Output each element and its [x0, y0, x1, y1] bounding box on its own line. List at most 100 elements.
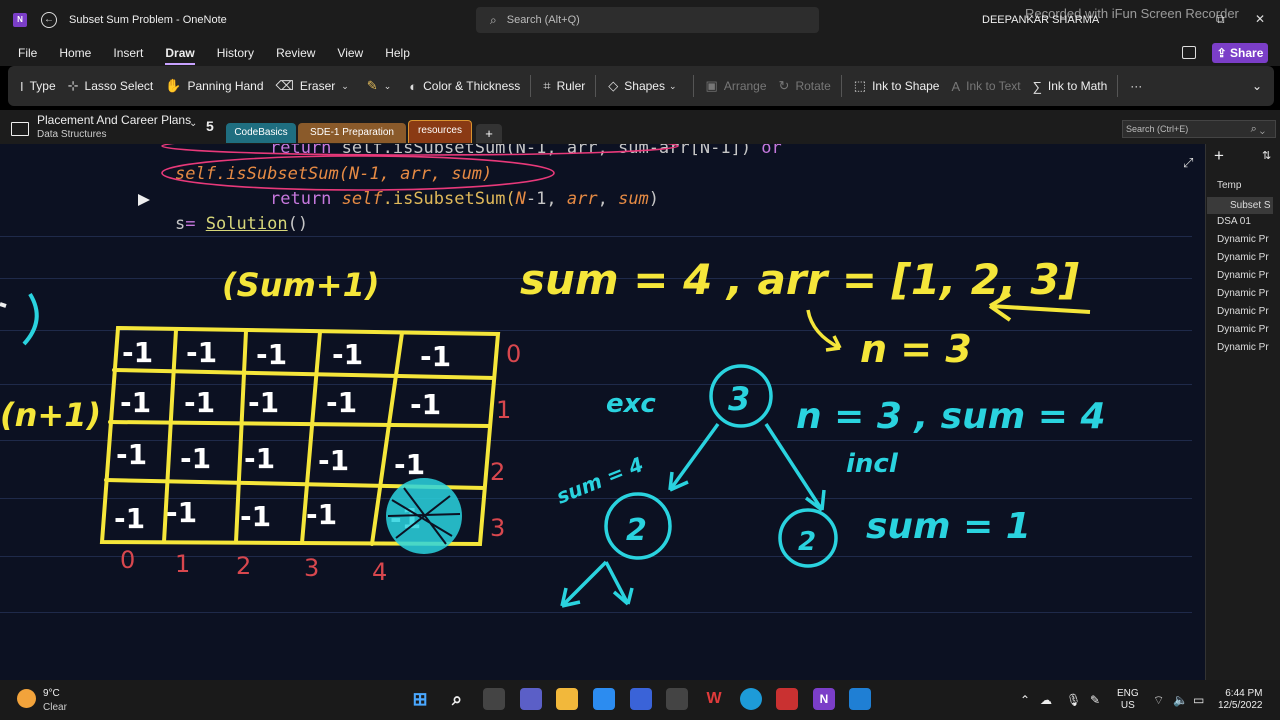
close-icon[interactable]: ✕ — [1255, 12, 1265, 26]
add-page-button[interactable]: + — [1214, 146, 1224, 166]
moon-weather-icon[interactable] — [17, 689, 36, 708]
page-item[interactable]: Dynamic Pr — [1217, 306, 1277, 317]
onedrive-icon[interactable]: ☁ — [1040, 693, 1052, 707]
weather-temperature[interactable]: 9°C — [43, 688, 60, 699]
dp-cell: -1 — [420, 340, 451, 373]
eraser-icon: ⌫ — [275, 78, 294, 93]
arrange-button[interactable]: ▣ Arrange — [706, 78, 767, 94]
color-thickness-button[interactable]: ◐ Color & Thickness — [409, 79, 520, 94]
clock[interactable]: 6:44 PM 12/5/2022 — [1218, 688, 1263, 712]
page-canvas[interactable]: return self.isSubsetSum(N-1, arr, sum-ar… — [0, 144, 1205, 680]
ink-to-math-button[interactable]: ∑ Ink to Math — [1033, 79, 1108, 94]
restore-icon[interactable]: ⧉ — [1216, 12, 1225, 27]
immersive-reader-icon[interactable] — [1182, 46, 1196, 59]
weather-description[interactable]: Clear — [43, 702, 67, 713]
ink-to-shape-button[interactable]: ⬚ Ink to Shape — [854, 78, 940, 94]
row-index: 0 — [506, 340, 521, 368]
menu-view[interactable]: View — [337, 46, 363, 60]
page-item[interactable]: DSA 01 — [1217, 216, 1277, 227]
eraser-button[interactable]: ⌫ Eraser ⌄ — [276, 78, 355, 94]
tree-left-edge-label: sum = 4 — [553, 452, 647, 509]
notebook-icon[interactable] — [11, 122, 29, 136]
notebook-search-placeholder: Search (Ctrl+E) — [1126, 124, 1189, 134]
recorder-watermark: Recorded with iFun Screen Recorder — [1025, 6, 1239, 21]
dp-cell: -1 — [166, 496, 197, 529]
notebook-search-input[interactable]: Search (Ctrl+E) ⌕ ⌄ — [1122, 120, 1276, 138]
clock-time: 6:44 PM — [1225, 688, 1263, 699]
share-button[interactable]: ⇪ Share — [1212, 43, 1268, 63]
tab-codebasics[interactable]: CodeBasics — [226, 123, 296, 143]
search-icon: ⌕ — [490, 12, 497, 27]
language-indicator[interactable]: ENG US — [1117, 688, 1139, 712]
volume-icon[interactable]: 🔈 — [1173, 693, 1188, 707]
tree-right-value: 2 — [798, 527, 816, 557]
windows-start-icon[interactable]: ⊞ — [409, 688, 431, 710]
app-icon[interactable] — [666, 688, 688, 710]
ink-shape-icon: ⬚ — [853, 78, 867, 93]
pen-icon[interactable]: ✎ — [1090, 693, 1100, 707]
battery-icon[interactable]: ▭ — [1193, 693, 1204, 707]
task-view-icon[interactable] — [483, 688, 505, 710]
page-item-selected[interactable]: Subset S — [1207, 197, 1273, 214]
chevron-down-icon[interactable]: ⌄ — [189, 118, 197, 129]
hand-icon: ✋ — [165, 78, 182, 93]
col-index: 4 — [372, 558, 387, 586]
lasso-select-button[interactable]: ⊹ Lasso Select — [68, 78, 154, 94]
page-item[interactable]: Dynamic Pr — [1217, 234, 1277, 245]
file-explorer-icon[interactable] — [556, 688, 578, 710]
expand-icon[interactable]: ⤢ — [1183, 155, 1193, 171]
page-item[interactable]: Dynamic Pr — [1217, 270, 1277, 281]
add-section-button[interactable]: + — [476, 124, 502, 143]
page-item[interactable]: Dynamic Pr — [1217, 324, 1277, 335]
row-index: 3 — [490, 514, 505, 542]
edge-browser-icon[interactable] — [740, 688, 762, 710]
tab-sde1-preparation[interactable]: SDE-1 Preparation — [298, 123, 406, 143]
menu-home[interactable]: Home — [59, 46, 91, 60]
menu-draw[interactable]: Draw — [165, 46, 196, 65]
notebook-title[interactable]: Placement And Career Plans — [37, 113, 191, 127]
vscode-icon[interactable] — [849, 688, 871, 710]
page-item[interactable]: Dynamic Pr — [1217, 288, 1277, 299]
share-label: Share — [1230, 46, 1264, 60]
wps-office-icon[interactable]: W — [703, 688, 725, 710]
sort-pages-icon[interactable]: ⇅ — [1262, 149, 1271, 162]
ink-to-text-button[interactable]: A Ink to Text — [951, 79, 1020, 94]
menu-insert[interactable]: Insert — [113, 46, 143, 60]
dp-cell: -1 — [114, 502, 145, 535]
page-item[interactable]: Dynamic Pr — [1217, 342, 1277, 353]
ruler-button[interactable]: ⌗ Ruler — [543, 78, 585, 94]
more-options-button[interactable]: ··· — [1130, 79, 1142, 93]
wifi-icon[interactable]: ⌔ — [1153, 693, 1164, 708]
eraser-label: Eraser — [299, 79, 336, 93]
menu-review[interactable]: Review — [276, 46, 315, 60]
screen-recorder-icon[interactable] — [776, 688, 798, 710]
microsoft-store-icon[interactable] — [593, 688, 615, 710]
search-box[interactable]: ⌕ Search (Alt+Q) — [476, 7, 819, 33]
dp-cell: -1 — [410, 388, 441, 421]
onenote-taskbar-icon[interactable]: N — [813, 688, 835, 710]
page-item[interactable]: Temp — [1217, 180, 1277, 191]
ruler-icon: ⌗ — [543, 78, 551, 93]
microphone-icon[interactable]: 🎙 — [1066, 693, 1081, 707]
collapse-ribbon-icon[interactable]: ⌄ — [1252, 79, 1262, 93]
rotate-button[interactable]: ↻ Rotate — [779, 78, 831, 94]
page-item[interactable]: Dynamic Pr — [1217, 252, 1277, 263]
chevron-down-icon: ⌄ — [383, 80, 392, 91]
back-arrow-icon[interactable]: ← — [41, 12, 57, 28]
menu-history[interactable]: History — [217, 46, 254, 60]
shapes-button[interactable]: ◇ Shapes ⌄ — [608, 78, 682, 94]
onenote-logo-icon: N — [13, 13, 27, 27]
search-icon: ⌕ ⌄ — [1250, 123, 1265, 135]
app-icon[interactable] — [630, 688, 652, 710]
ink-fragment-dot — [0, 302, 7, 308]
pens-button[interactable]: ✎ ⌄ — [367, 78, 397, 94]
panning-hand-button[interactable]: ✋ Panning Hand — [165, 78, 263, 94]
teams-chat-icon[interactable] — [520, 688, 542, 710]
tab-resources[interactable]: resources — [408, 120, 472, 143]
type-button[interactable]: I Type — [20, 79, 56, 94]
menu-file[interactable]: File — [18, 46, 37, 60]
ink-math-icon: ∑ — [1032, 78, 1042, 94]
search-icon[interactable]: ⌕ — [446, 688, 468, 710]
menu-help[interactable]: Help — [385, 46, 410, 60]
chevron-up-icon[interactable]: ⌃ — [1020, 693, 1030, 707]
